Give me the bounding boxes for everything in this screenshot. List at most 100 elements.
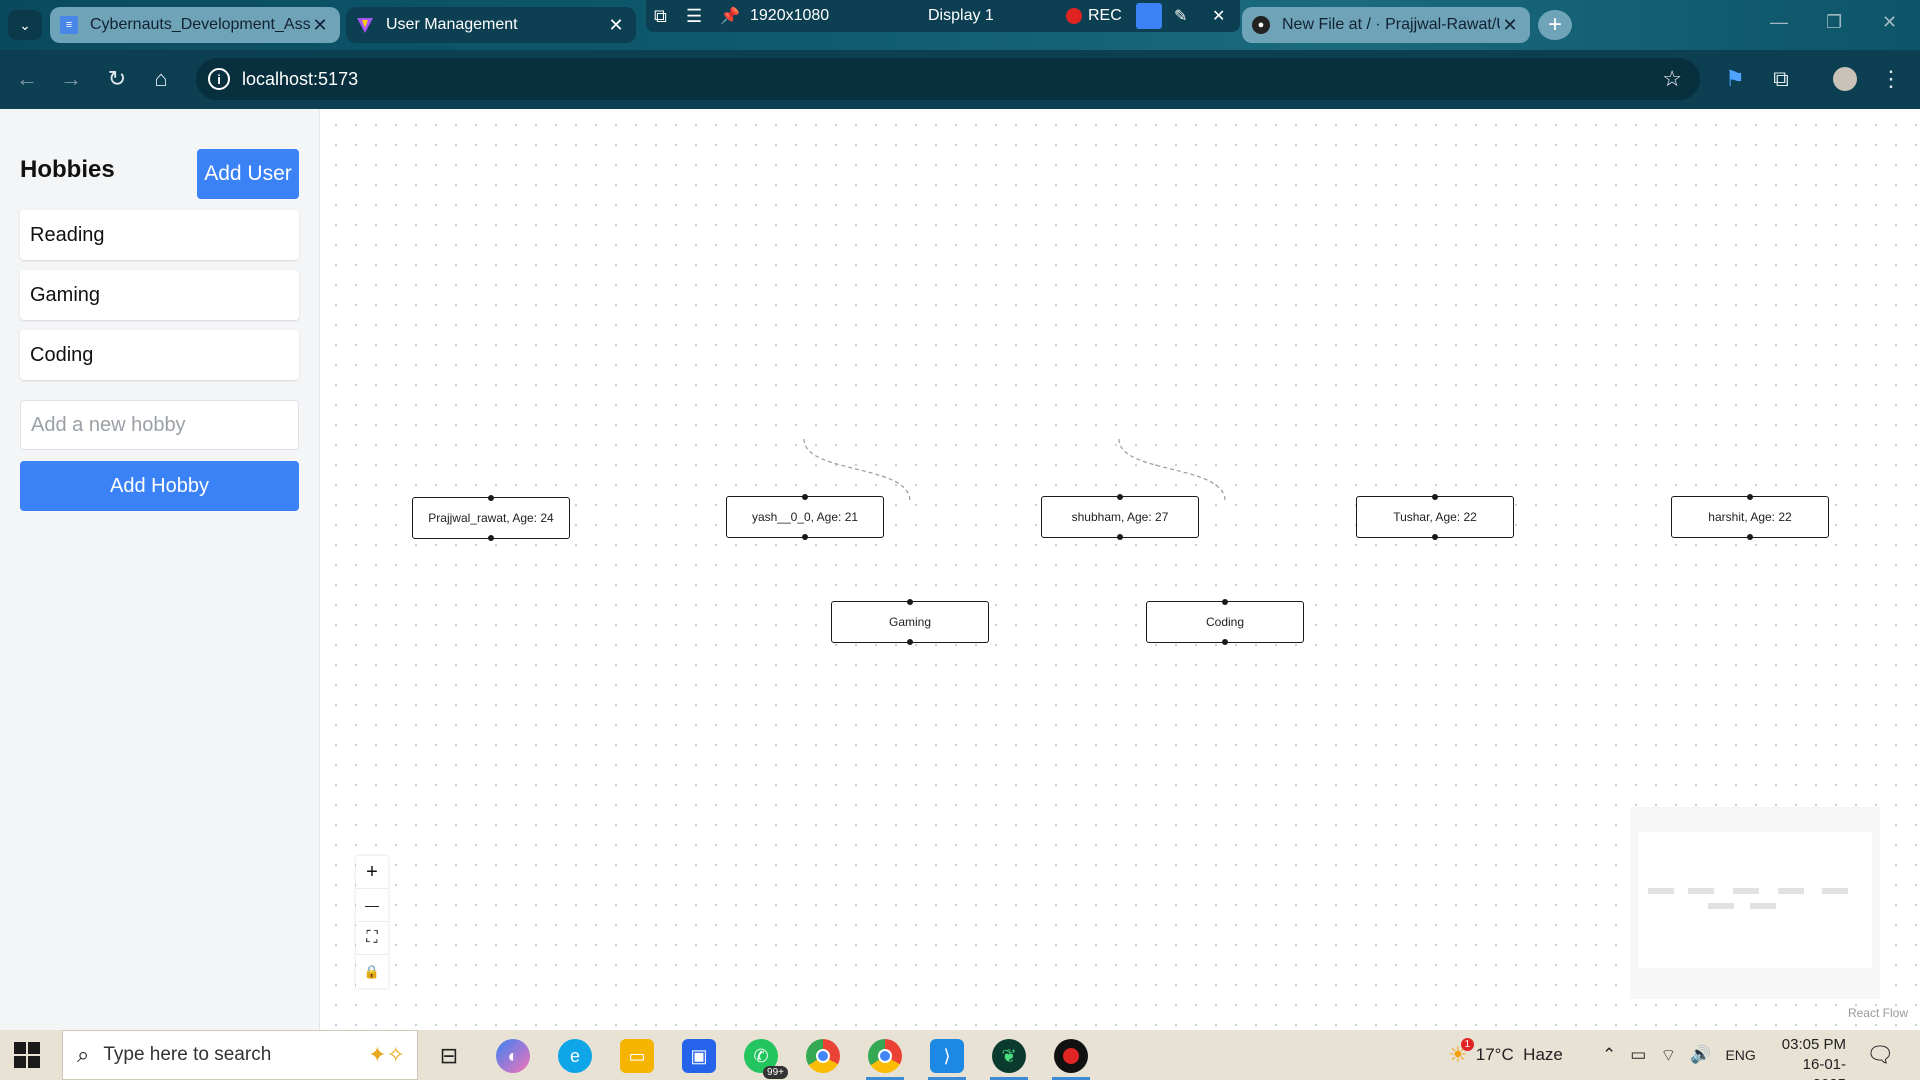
- sparkle-icon: ✦✧: [368, 1042, 405, 1067]
- user-node[interactable]: Tushar, Age: 22: [1356, 494, 1514, 540]
- recorder-resolution: 1920x1080: [750, 7, 830, 24]
- lock-button[interactable]: 🔒: [356, 955, 388, 988]
- tab-search-button[interactable]: ⌄: [8, 10, 42, 40]
- hobby-node-label: Coding: [1205, 615, 1245, 629]
- minimap-node: [1778, 888, 1804, 894]
- close-window-icon[interactable]: ✕: [1882, 12, 1897, 33]
- user-node[interactable]: yash__0_0, Age: 21: [726, 494, 884, 540]
- hobby-item-gaming[interactable]: Gaming: [20, 270, 299, 320]
- volume-icon[interactable]: 🔊: [1690, 1045, 1711, 1065]
- add-hobby-button[interactable]: Add Hobby: [20, 461, 299, 511]
- user-node[interactable]: shubham, Age: 27: [1041, 494, 1199, 540]
- store-icon[interactable]: ▣: [682, 1039, 716, 1073]
- fit-view-button[interactable]: ⛶: [356, 922, 388, 955]
- restore-icon[interactable]: ❐: [1826, 12, 1842, 33]
- menu-icon[interactable]: ☰: [686, 6, 702, 27]
- node-handle-top[interactable]: [802, 494, 808, 500]
- recorder-mode-icon[interactable]: [1136, 3, 1162, 29]
- zoom-in-button[interactable]: +: [356, 856, 388, 889]
- zoom-out-button[interactable]: —: [356, 889, 388, 922]
- node-handle-top[interactable]: [1222, 599, 1228, 605]
- node-handle-bottom[interactable]: [1117, 534, 1123, 540]
- tab-user-management[interactable]: User Management ✕: [346, 7, 636, 43]
- add-user-button[interactable]: Add User: [197, 149, 299, 199]
- battery-icon[interactable]: ▭: [1630, 1045, 1646, 1065]
- node-handle-top[interactable]: [1747, 494, 1753, 500]
- tab-title: New File at / · Prajjwal-Rawat/U: [1282, 16, 1500, 33]
- node-handle-bottom[interactable]: [1432, 534, 1438, 540]
- extensions-puzzle-icon[interactable]: ⧉: [1766, 64, 1796, 94]
- more-options-icon[interactable]: ⋮: [1876, 64, 1906, 94]
- node-handle-top[interactable]: [1117, 494, 1123, 500]
- mongodb-compass-icon[interactable]: ❦: [992, 1039, 1026, 1073]
- node-handle-bottom[interactable]: [802, 534, 808, 540]
- new-tab-button[interactable]: +: [1538, 10, 1572, 40]
- node-handle-bottom[interactable]: [1222, 639, 1228, 645]
- weather-widget[interactable]: ☀ 1 17°C Haze: [1448, 1030, 1563, 1080]
- chrome-profile-icon[interactable]: [868, 1039, 902, 1073]
- tab-github-new-file[interactable]: ● New File at / · Prajjwal-Rawat/U ✕: [1242, 7, 1530, 43]
- app-root: Hobbies Add User Reading Gaming Coding A…: [0, 109, 1920, 1030]
- site-info-icon[interactable]: i: [208, 68, 230, 90]
- user-node[interactable]: Prajjwal_rawat, Age: 24: [412, 495, 570, 541]
- taskbar-search[interactable]: ⌕ Type here to search ✦✧: [62, 1030, 418, 1080]
- notification-icon[interactable]: 🗨: [1866, 1030, 1894, 1080]
- extension-icon[interactable]: ⚑: [1720, 64, 1750, 94]
- close-tab-icon[interactable]: ✕: [606, 15, 626, 36]
- recorder-rec-label[interactable]: REC: [1088, 7, 1122, 25]
- docs-icon: ≡: [60, 16, 78, 34]
- node-handle-top[interactable]: [488, 495, 494, 501]
- close-icon[interactable]: ✕: [1212, 6, 1225, 26]
- recorder-taskbar-icon[interactable]: [1054, 1039, 1088, 1073]
- user-node[interactable]: harshit, Age: 22: [1671, 494, 1829, 540]
- user-node-label: yash__0_0, Age: 21: [751, 510, 859, 524]
- pen-icon[interactable]: ✎: [1174, 6, 1187, 26]
- node-handle-bottom[interactable]: [907, 639, 913, 645]
- file-explorer-icon[interactable]: ▭: [620, 1039, 654, 1073]
- profile-avatar[interactable]: [1830, 64, 1860, 94]
- vite-icon: [356, 16, 374, 34]
- node-handle-bottom[interactable]: [488, 535, 494, 541]
- record-dot-icon: [1066, 8, 1082, 24]
- back-arrow-icon[interactable]: ←: [12, 64, 42, 94]
- address-bar[interactable]: i localhost:5173 ☆: [196, 58, 1700, 100]
- new-hobby-input[interactable]: [20, 400, 299, 450]
- node-handle-top[interactable]: [907, 599, 913, 605]
- node-handle-top[interactable]: [1432, 494, 1438, 500]
- wifi-icon[interactable]: ⌔: [1660, 1045, 1676, 1066]
- browser-tab-strip: ⌄ ≡ Cybernauts_Development_Assig ✕ User …: [0, 0, 1920, 50]
- close-tab-icon[interactable]: ✕: [310, 15, 330, 36]
- react-flow-attribution[interactable]: React Flow: [1848, 1006, 1908, 1020]
- windows-start-icon[interactable]: [14, 1042, 40, 1068]
- react-flow-canvas[interactable]: Prajjwal_rawat, Age: 24 yash__0_0, Age: …: [320, 109, 1920, 1030]
- pin-icon[interactable]: 📌: [720, 6, 740, 26]
- clock-date: 16-01-2025: [1802, 1056, 1846, 1080]
- reload-icon[interactable]: ↻: [102, 64, 132, 94]
- home-icon[interactable]: ⌂: [146, 64, 176, 94]
- vscode-icon[interactable]: ⟩: [930, 1039, 964, 1073]
- chevron-up-icon[interactable]: ⌃: [1602, 1045, 1616, 1065]
- hobby-node[interactable]: Gaming: [831, 599, 989, 645]
- tab-cybernauts-doc[interactable]: ≡ Cybernauts_Development_Assig ✕: [50, 7, 340, 43]
- node-handle-bottom[interactable]: [1747, 534, 1753, 540]
- task-view-icon[interactable]: ⊟: [432, 1039, 466, 1073]
- user-node-label: shubham, Age: 27: [1071, 510, 1169, 524]
- url-text: localhost:5173: [242, 68, 359, 89]
- clock[interactable]: 03:05 PM 16-01-2025: [1770, 1035, 1846, 1080]
- minimap[interactable]: [1630, 807, 1880, 999]
- minimize-icon[interactable]: —: [1770, 12, 1788, 33]
- whatsapp-icon[interactable]: ✆ 99+: [744, 1039, 788, 1079]
- hobby-node[interactable]: Coding: [1146, 599, 1304, 645]
- chrome-icon[interactable]: [806, 1039, 840, 1073]
- hobby-item-reading[interactable]: Reading: [20, 210, 299, 260]
- language-indicator[interactable]: ENG: [1725, 1047, 1755, 1063]
- edge-yash-gaming: [803, 438, 911, 502]
- forward-arrow-icon[interactable]: →: [56, 64, 86, 94]
- copilot-icon[interactable]: ◐: [496, 1039, 530, 1073]
- edge-icon[interactable]: e: [558, 1039, 592, 1073]
- close-tab-icon[interactable]: ✕: [1500, 15, 1520, 36]
- hobby-item-coding[interactable]: Coding: [20, 330, 299, 380]
- user-node-label: Prajjwal_rawat, Age: 24: [428, 511, 554, 525]
- bookmark-star-icon[interactable]: ☆: [1662, 66, 1682, 92]
- minimap-viewport[interactable]: [1638, 832, 1872, 968]
